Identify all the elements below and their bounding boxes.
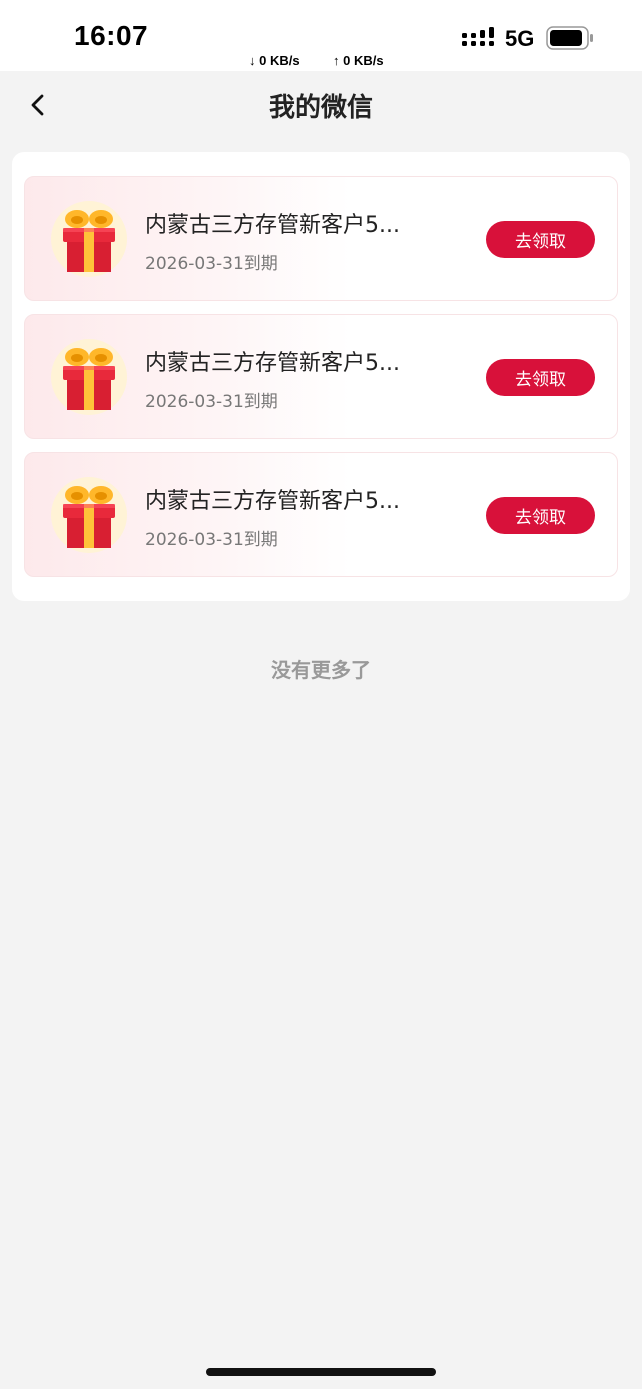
status-bar: 16:07 ↓ 0 KB/s ↑ 0 KB/s 5G: [0, 0, 642, 71]
download-speed: ↓ 0 KB/s: [249, 53, 300, 68]
navigation-bar: 我的微信: [0, 71, 642, 139]
coupon-title: 内蒙古三方存管新客户5...: [145, 489, 400, 514]
coupon-expiry: 2026-03-31到期: [145, 530, 278, 550]
coupon-expiry: 2026-03-31到期: [145, 392, 278, 412]
gift-box-icon: [51, 339, 127, 415]
coupon-item: 内蒙古三方存管新客户5... 2026-03-31到期 去领取: [24, 176, 618, 301]
coupon-list-card: 内蒙古三方存管新客户5... 2026-03-31到期 去领取 内蒙古三方存管新…: [12, 152, 630, 601]
claim-button[interactable]: 去领取: [486, 221, 595, 258]
home-indicator[interactable]: [206, 1368, 436, 1376]
coupon-title: 内蒙古三方存管新客户5...: [145, 213, 400, 238]
coupon-item: 内蒙古三方存管新客户5... 2026-03-31到期 去领取: [24, 452, 618, 577]
page-title: 我的微信: [268, 93, 373, 123]
coupon-item: 内蒙古三方存管新客户5... 2026-03-31到期 去领取: [24, 314, 618, 439]
coupon-expiry: 2026-03-31到期: [145, 254, 278, 274]
network-type: 5G: [505, 26, 535, 51]
claim-button[interactable]: 去领取: [486, 359, 595, 396]
end-of-list-text: 没有更多了: [271, 658, 371, 682]
upload-speed: ↑ 0 KB/s: [333, 53, 384, 68]
gift-box-icon: [51, 477, 127, 553]
coupon-title: 内蒙古三方存管新客户5...: [145, 351, 400, 376]
gift-box-icon: [51, 201, 127, 277]
status-time: 16:07: [74, 20, 149, 51]
battery-icon: [546, 26, 593, 50]
signal-bars-icon: [462, 27, 494, 46]
claim-button[interactable]: 去领取: [486, 497, 595, 534]
